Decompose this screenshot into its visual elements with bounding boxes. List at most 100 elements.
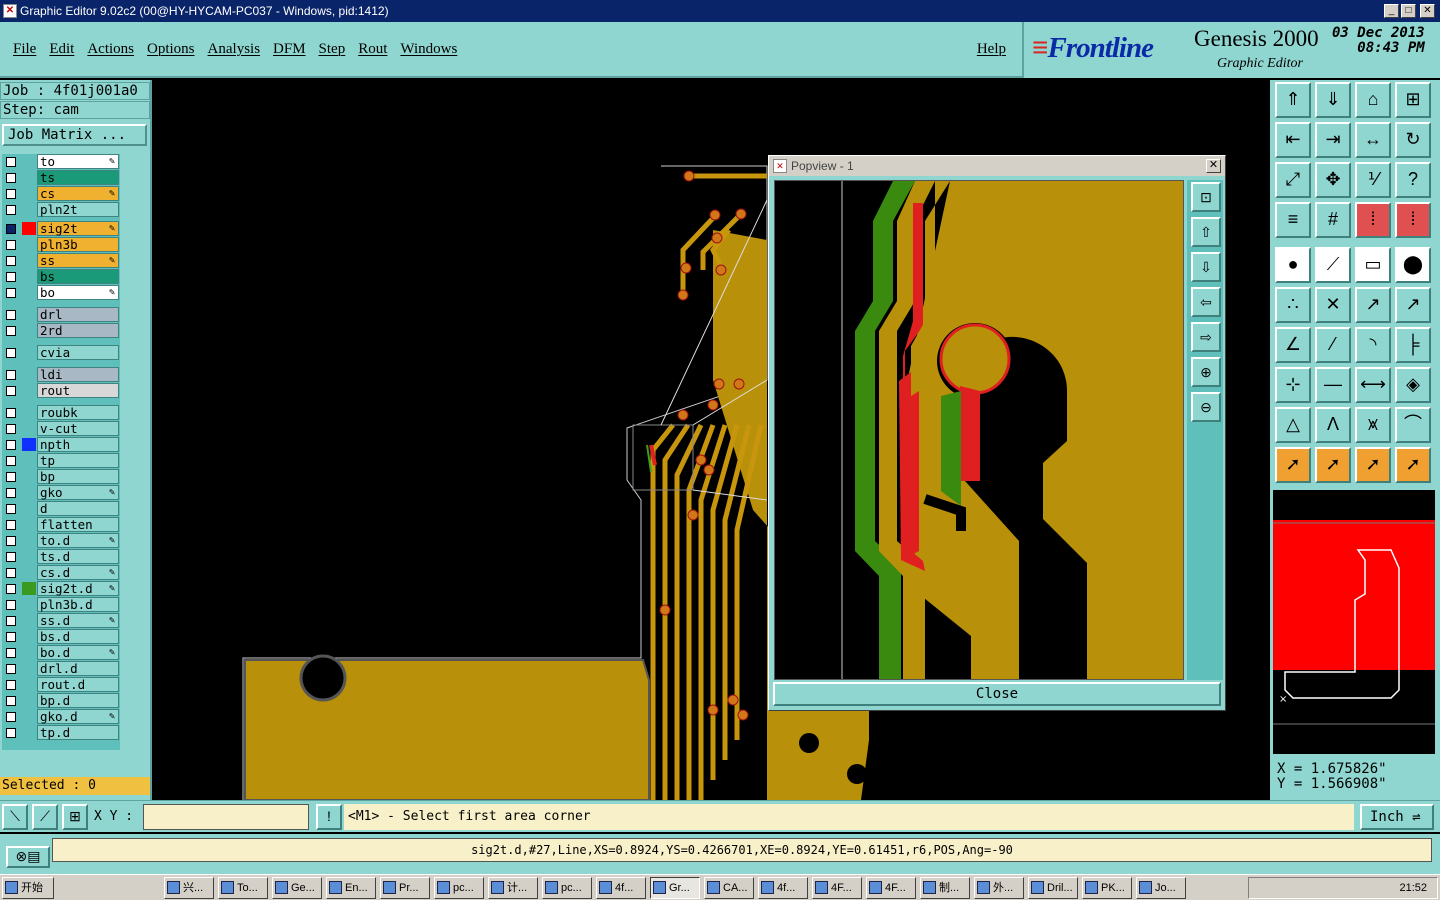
circle-icon[interactable]: ⬤ <box>1395 247 1431 283</box>
pan-right-icon[interactable]: ⇨ <box>1191 322 1221 352</box>
zoomed-pcb-view[interactable] <box>775 181 1184 680</box>
layer-checkbox[interactable] <box>6 370 16 380</box>
layer-checkbox[interactable] <box>6 712 16 722</box>
layer-checkbox[interactable] <box>6 408 16 418</box>
pan-up-icon[interactable]: ⇧ <box>1191 217 1221 247</box>
arc-icon[interactable]: ◝ <box>1355 327 1391 363</box>
layer-name[interactable]: npth <box>37 437 119 452</box>
layer-checkbox[interactable] <box>6 648 16 658</box>
select-circle-icon[interactable]: ➚ <box>1355 447 1391 483</box>
snap-icon[interactable]: ⊹ <box>1275 367 1311 403</box>
snap-grid-icon[interactable]: # <box>1315 202 1351 238</box>
shapes-icon[interactable]: ◈ <box>1395 367 1431 403</box>
layer-name[interactable]: pln3b.d <box>37 597 119 612</box>
taskbar-item[interactable]: 兴... <box>164 877 214 899</box>
layer-row-rout.d[interactable]: rout.d <box>2 677 120 692</box>
layer-name[interactable]: bo ✎ <box>37 285 119 300</box>
layer-checkbox[interactable] <box>6 680 16 690</box>
taskbar-item[interactable]: Ge... <box>272 877 322 899</box>
layer-row-bo[interactable]: bo ✎ <box>2 285 120 300</box>
layer-name[interactable]: bs <box>37 269 119 284</box>
layer-row-bo.d[interactable]: bo.d ✎ <box>2 645 120 660</box>
menu-help[interactable]: Help <box>977 41 1006 58</box>
layer-row-cvia[interactable]: cvia <box>2 345 120 360</box>
maximize-button[interactable]: □ <box>1401 4 1416 18</box>
layer-name[interactable]: pln3b <box>37 237 119 252</box>
layer-name[interactable]: gko ✎ <box>37 485 119 500</box>
layer-checkbox[interactable] <box>6 256 16 266</box>
taskbar-item[interactable]: PK... <box>1082 877 1132 899</box>
taskbar-item[interactable]: To... <box>218 877 268 899</box>
layer-row-v-cut[interactable]: v-cut <box>2 421 120 436</box>
layer-row-d[interactable]: d <box>2 501 120 516</box>
layer-name[interactable]: ts <box>37 170 119 185</box>
layer-row-bs.d[interactable]: bs.d <box>2 629 120 644</box>
layer-checkbox[interactable] <box>6 310 16 320</box>
layer-row-sig2t.d[interactable]: sig2t.d ✎ <box>2 581 120 596</box>
layer-checkbox[interactable] <box>6 456 16 466</box>
popview-canvas[interactable] <box>774 180 1184 680</box>
zoom-in-icon[interactable]: ⊕ <box>1191 357 1221 387</box>
layer-name[interactable]: sig2t ✎ <box>37 221 119 236</box>
connect-icon[interactable]: ∴ <box>1275 287 1311 323</box>
grid-tool-icon[interactable]: ⊞ <box>62 804 88 830</box>
layer-checkbox[interactable] <box>6 552 16 562</box>
layer-checkbox[interactable] <box>6 696 16 706</box>
select-box-icon[interactable]: ➚ <box>1315 447 1351 483</box>
mirror-icon[interactable]: ↔ <box>1355 122 1391 158</box>
layer-row-2rd[interactable]: 2rd <box>2 323 120 338</box>
layer-toggle-icon[interactable]: ⁞ <box>1355 202 1391 238</box>
layer-name[interactable]: flatten <box>37 517 119 532</box>
layer-checkbox[interactable] <box>6 728 16 738</box>
minimize-button[interactable]: _ <box>1384 4 1399 18</box>
grid-icon[interactable]: ⊞ <box>1395 82 1431 118</box>
layer-checkbox[interactable] <box>6 664 16 674</box>
save-icon[interactable]: ⇓ <box>1315 82 1351 118</box>
layer-checkbox[interactable] <box>6 240 16 250</box>
taskbar-item[interactable]: 4F... <box>866 877 916 899</box>
pan-left-icon[interactable]: ⇦ <box>1191 287 1221 317</box>
slash-icon[interactable]: ⁄ <box>1315 327 1351 363</box>
home-icon[interactable]: ⇑ <box>1275 82 1311 118</box>
layer-checkbox[interactable] <box>6 616 16 626</box>
layer-name[interactable]: ts.d <box>37 549 119 564</box>
menu-edit[interactable]: Edit <box>49 41 74 58</box>
layer-checkbox[interactable] <box>6 173 16 183</box>
line-add-icon[interactable]: ⟋ <box>1315 247 1351 283</box>
layer-name[interactable]: 2rd <box>37 323 119 338</box>
layer-name[interactable]: v-cut <box>37 421 119 436</box>
layer-row-bs[interactable]: bs <box>2 269 120 284</box>
cross-icon[interactable]: ✕ <box>1315 287 1351 323</box>
rotate-icon[interactable]: ↻ <box>1395 122 1431 158</box>
move-point-icon[interactable]: ↗ <box>1355 287 1391 323</box>
select-multi-icon[interactable]: ➚ <box>1395 447 1431 483</box>
layer-name[interactable]: ss.d ✎ <box>37 613 119 628</box>
layer-name[interactable]: cs ✎ <box>37 186 119 201</box>
layer-name[interactable]: tp.d <box>37 725 119 740</box>
taskbar-item[interactable]: Dril... <box>1028 877 1078 899</box>
layer-checkbox[interactable] <box>6 584 16 594</box>
taskbar-item[interactable]: 4F... <box>812 877 862 899</box>
layer-checkbox[interactable] <box>6 520 16 530</box>
layer-checkbox[interactable] <box>6 189 16 199</box>
taskbar-item[interactable]: En... <box>326 877 376 899</box>
question-icon[interactable]: ? <box>1395 162 1431 198</box>
layer-name[interactable]: pln2t <box>37 202 119 217</box>
measure-icon[interactable]: ⟷ <box>1355 367 1391 403</box>
layer-row-pln3b[interactable]: pln3b <box>2 237 120 252</box>
layer-checkbox[interactable] <box>6 326 16 336</box>
layer-name[interactable]: drl.d <box>37 661 119 676</box>
overview-map[interactable]: × <box>1273 490 1435 754</box>
layer-compare-icon[interactable]: ⁞ <box>1395 202 1431 238</box>
layer-name[interactable]: ldi <box>37 367 119 382</box>
taskbar-item[interactable]: pc... <box>542 877 592 899</box>
layer-checkbox[interactable] <box>6 157 16 167</box>
layer-row-drl[interactable]: drl <box>2 307 120 322</box>
menu-file[interactable]: File <box>13 41 36 58</box>
measure-tool-icon[interactable]: ⟍ <box>2 804 28 830</box>
layer-row-roubk[interactable]: roubk <box>2 405 120 420</box>
overview-svg[interactable]: × <box>1273 490 1435 754</box>
layer-checkbox[interactable] <box>6 386 16 396</box>
arrow-right-icon[interactable]: ⇥ <box>1315 122 1351 158</box>
taskbar-item[interactable]: 外... <box>974 877 1024 899</box>
